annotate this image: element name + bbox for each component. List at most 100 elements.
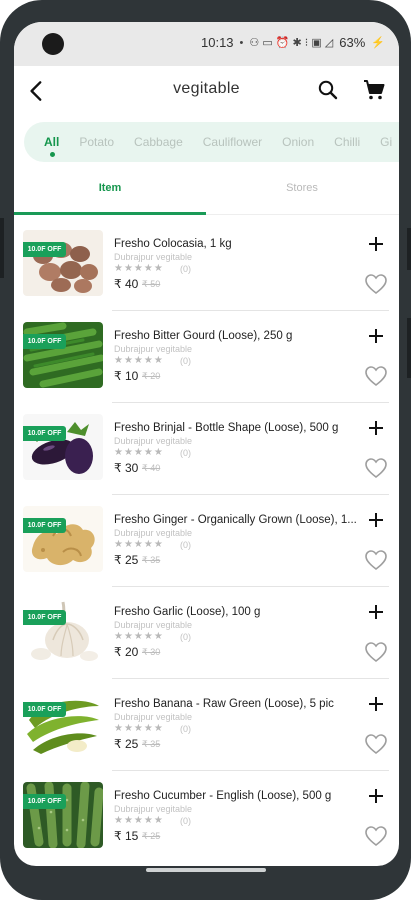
status-bar: 10:13 • ⚇ ▭ ⏰ ✱ ⁝ ▣ ◿ 63% ⚡ bbox=[14, 22, 399, 66]
status-right: 10:13 • ⚇ ▭ ⏰ ✱ ⁝ ▣ ◿ 63% ⚡ bbox=[201, 35, 385, 50]
tab-stores[interactable]: Stores bbox=[206, 182, 398, 194]
product-name[interactable]: Fresho Brinjal - Bottle Shape (Loose), 5… bbox=[114, 422, 338, 434]
rating-count: (0) bbox=[180, 540, 191, 550]
category-chip-potato[interactable]: Potato bbox=[79, 135, 114, 149]
heart-icon[interactable] bbox=[364, 549, 388, 571]
rating-count: (0) bbox=[180, 816, 191, 826]
row-divider bbox=[112, 310, 389, 311]
page-title: vegitable bbox=[173, 80, 240, 97]
original-price: ₹ 35 bbox=[142, 739, 161, 749]
add-to-cart-icon[interactable] bbox=[366, 326, 386, 346]
product-name[interactable]: Fresho Garlic (Loose), 100 g bbox=[114, 606, 260, 618]
discount-badge: 10.0F OFF bbox=[23, 518, 66, 533]
add-to-cart-icon[interactable] bbox=[366, 510, 386, 530]
add-to-cart-icon[interactable] bbox=[366, 234, 386, 254]
screen: 10:13 • ⚇ ▭ ⏰ ✱ ⁝ ▣ ◿ 63% ⚡ vegitable Al… bbox=[14, 22, 399, 866]
product-name[interactable]: Fresho Bitter Gourd (Loose), 250 g bbox=[114, 330, 292, 342]
side-button-right-1 bbox=[407, 228, 411, 270]
row-divider bbox=[112, 678, 389, 679]
battery-percent: 63% bbox=[339, 35, 366, 50]
category-chip-chilli[interactable]: Chilli bbox=[334, 135, 360, 149]
price: ₹ 20 bbox=[114, 645, 139, 659]
product-row[interactable]: 10.0F OFF Fresho Garlic (Loose), 100 g D… bbox=[14, 588, 399, 679]
category-chip-cabbage[interactable]: Cabbage bbox=[134, 135, 183, 149]
original-price: ₹ 30 bbox=[142, 647, 161, 657]
price: ₹ 10 bbox=[114, 369, 139, 383]
store-name: Dubrajpur vegitable bbox=[114, 528, 193, 538]
discount-badge: 10.0F OFF bbox=[23, 426, 66, 441]
price: ₹ 25 bbox=[114, 553, 139, 567]
heart-icon[interactable] bbox=[364, 457, 388, 479]
heart-icon[interactable] bbox=[364, 733, 388, 755]
product-name[interactable]: Fresho Ginger - Organically Grown (Loose… bbox=[114, 514, 357, 526]
category-chip-all[interactable]: All bbox=[44, 135, 59, 157]
store-name: Dubrajpur vegitable bbox=[114, 252, 193, 262]
category-chip-cauliflower[interactable]: Cauliflower bbox=[203, 135, 262, 149]
discount-badge: 10.0F OFF bbox=[23, 610, 66, 625]
app-bar: vegitable bbox=[14, 66, 399, 116]
product-row[interactable]: 10.0F OFF Fresho Colocasia, 1 kg Dubrajp… bbox=[14, 220, 399, 311]
status-time: 10:13 bbox=[201, 35, 234, 50]
add-to-cart-icon[interactable] bbox=[366, 418, 386, 438]
front-camera bbox=[42, 33, 64, 55]
category-chip-onion[interactable]: Onion bbox=[282, 135, 314, 149]
tab-bar: Item Stores bbox=[14, 170, 399, 214]
row-divider bbox=[112, 494, 389, 495]
category-chip-gi[interactable]: Gi bbox=[380, 135, 392, 149]
product-row[interactable]: 10.0F OFF Fresho Brinjal - Bottle Shape … bbox=[14, 404, 399, 495]
price: ₹ 40 bbox=[114, 277, 139, 291]
rating-count: (0) bbox=[180, 448, 191, 458]
store-name: Dubrajpur vegitable bbox=[114, 344, 193, 354]
heart-icon[interactable] bbox=[364, 273, 388, 295]
active-dot bbox=[50, 152, 55, 157]
product-row[interactable]: 10.0F OFF Fresho Ginger - Organically Gr… bbox=[14, 496, 399, 587]
tab-item[interactable]: Item bbox=[14, 182, 206, 194]
store-name: Dubrajpur vegitable bbox=[114, 712, 193, 722]
rating-count: (0) bbox=[180, 724, 191, 734]
rating-count: (0) bbox=[180, 356, 191, 366]
product-name[interactable]: Fresho Banana - Raw Green (Loose), 5 pic bbox=[114, 698, 334, 710]
product-image-garlic bbox=[23, 598, 103, 664]
tab-indicator bbox=[14, 212, 206, 215]
add-to-cart-icon[interactable] bbox=[366, 602, 386, 622]
rating-count: (0) bbox=[180, 632, 191, 642]
row-divider bbox=[112, 586, 389, 587]
add-to-cart-icon[interactable] bbox=[366, 786, 386, 806]
product-row[interactable]: 10.0F OFF Fresho Banana - Raw Green (Loo… bbox=[14, 680, 399, 771]
add-to-cart-icon[interactable] bbox=[366, 694, 386, 714]
original-price: ₹ 35 bbox=[142, 555, 161, 565]
rating-stars: ★★★★★ bbox=[114, 723, 164, 734]
product-name[interactable]: Fresho Colocasia, 1 kg bbox=[114, 238, 232, 250]
heart-icon[interactable] bbox=[364, 365, 388, 387]
heart-icon[interactable] bbox=[364, 641, 388, 663]
price: ₹ 15 bbox=[114, 829, 139, 843]
product-row[interactable]: 10.0F OFF Fresho Bitter Gourd (Loose), 2… bbox=[14, 312, 399, 403]
rating-count: (0) bbox=[180, 264, 191, 274]
heart-icon[interactable] bbox=[364, 825, 388, 847]
product-image-brinjal bbox=[23, 414, 103, 480]
product-row[interactable]: 10.0F OFF Fresho Cucumber - English (Loo… bbox=[14, 772, 399, 863]
discount-badge: 10.0F OFF bbox=[23, 794, 66, 809]
original-price: ₹ 50 bbox=[142, 279, 161, 289]
product-name[interactable]: Fresho Cucumber - English (Loose), 500 g bbox=[114, 790, 331, 802]
rating-stars: ★★★★★ bbox=[114, 631, 164, 642]
row-divider bbox=[112, 402, 389, 403]
cart-icon[interactable] bbox=[362, 78, 386, 102]
gesture-nav-bar[interactable] bbox=[146, 868, 266, 872]
rating-stars: ★★★★★ bbox=[114, 539, 164, 550]
search-icon[interactable] bbox=[316, 78, 340, 102]
discount-badge: 10.0F OFF bbox=[23, 702, 66, 717]
product-image-colocasia bbox=[23, 230, 103, 296]
original-price: ₹ 40 bbox=[142, 463, 161, 473]
rating-stars: ★★★★★ bbox=[114, 447, 164, 458]
status-icons: ⚇ ▭ ⏰ ✱ ⁝ ▣ ◿ bbox=[249, 37, 334, 49]
category-chips: All Potato Cabbage Cauliflower Onion Chi… bbox=[24, 122, 399, 162]
side-button-right-2 bbox=[407, 318, 411, 378]
product-image-bitter-gourd bbox=[23, 322, 103, 388]
battery-icon: ⚡ bbox=[371, 37, 385, 49]
side-button-left bbox=[0, 218, 4, 278]
status-dot: • bbox=[239, 36, 244, 49]
price: ₹ 25 bbox=[114, 737, 139, 751]
rating-stars: ★★★★★ bbox=[114, 815, 164, 826]
store-name: Dubrajpur vegitable bbox=[114, 804, 193, 814]
